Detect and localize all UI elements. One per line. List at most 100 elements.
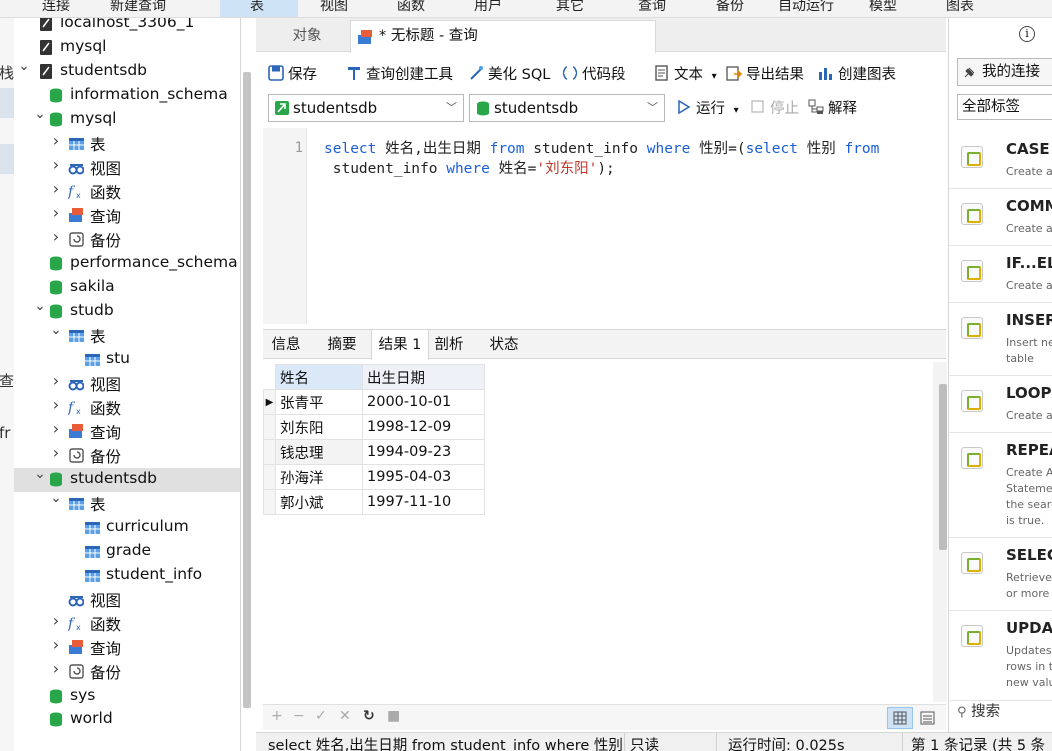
create-chart-button[interactable]: 创建图表 xyxy=(818,63,896,85)
chevron-down-icon[interactable]: ⌄ xyxy=(34,299,46,313)
chevron-right-icon[interactable]: › xyxy=(50,181,62,197)
all-tags-select[interactable]: 全部标签 xyxy=(957,94,1052,120)
tree-item[interactable]: › 视图 xyxy=(14,156,240,180)
connection-select[interactable]: studentsdb ﹀ xyxy=(268,94,464,122)
explain-button[interactable]: 解释 xyxy=(808,97,857,119)
menu-connect[interactable]: 连接 xyxy=(42,0,70,15)
table-row[interactable]: ▶ 张青平 2000-10-01 xyxy=(263,389,485,415)
tree-item[interactable]: grade xyxy=(14,540,240,564)
tree-item[interactable]: performance_schema xyxy=(14,252,240,276)
tree-item[interactable]: › 视图 xyxy=(14,372,240,396)
chevron-right-icon[interactable]: › xyxy=(50,613,62,629)
column-header-birthdate[interactable]: 出生日期 xyxy=(362,364,485,390)
snippet-item[interactable]: SELECT Retrieve r or more t xyxy=(949,538,1052,611)
tree-item[interactable]: › 查询 xyxy=(14,636,240,660)
tree-item[interactable]: › 查询 xyxy=(14,204,240,228)
tree-item[interactable]: mysql xyxy=(14,36,240,60)
cell-name[interactable]: 郭小斌 xyxy=(275,489,363,515)
menu-other[interactable]: 其它 xyxy=(556,0,584,15)
menu-new-query[interactable]: 新建查询 xyxy=(110,0,166,15)
database-select[interactable]: studentsdb ﹀ xyxy=(469,94,665,122)
form-view-icon[interactable] xyxy=(919,709,937,731)
text-mode-button[interactable]: 文本 ▾ xyxy=(654,63,717,85)
tree-item[interactable]: ⌄ studb xyxy=(14,299,240,324)
tree-item[interactable]: › f x 函数 xyxy=(14,180,240,204)
snippet-item[interactable]: INSERT Insert new table xyxy=(949,303,1052,376)
tree-item[interactable]: › 备份 xyxy=(14,444,240,468)
menu-backup[interactable]: 备份 xyxy=(716,0,744,15)
chevron-down-icon[interactable]: ⌄ xyxy=(50,491,62,505)
snippet-item[interactable]: LOOP Create a xyxy=(949,376,1052,433)
grid-scrollbar[interactable] xyxy=(939,384,947,550)
menu-view[interactable]: 视图 xyxy=(320,0,348,15)
tree-item[interactable]: stu xyxy=(14,348,240,372)
chevron-right-icon[interactable]: › xyxy=(50,133,62,149)
menu-automation[interactable]: 自动运行 xyxy=(778,0,834,15)
add-row-icon[interactable]: + xyxy=(271,708,283,724)
tree-item[interactable]: curriculum xyxy=(14,516,240,540)
code-snippet-button[interactable]: 代码段 xyxy=(562,63,626,85)
tree-item[interactable]: ⌄ studentsdb xyxy=(14,59,240,84)
cell-birthdate[interactable]: 2000-10-01 xyxy=(362,389,485,415)
tree-item[interactable]: › 备份 xyxy=(14,660,240,684)
my-connection-dropdown[interactable]: 我的连接 xyxy=(957,58,1052,86)
cell-name[interactable]: 钱忠理 xyxy=(275,439,363,465)
sql-editor[interactable]: 1 select 姓名,出生日期 from student_info where… xyxy=(263,128,946,324)
table-row[interactable]: 钱忠理 1994-09-23 xyxy=(263,439,485,465)
chevron-down-icon[interactable]: ⌄ xyxy=(50,323,62,337)
menu-user[interactable]: 用户 xyxy=(474,0,502,15)
column-header-name[interactable]: 姓名 xyxy=(275,364,363,390)
tree-item[interactable]: › f x 函数 xyxy=(14,396,240,420)
tree-item[interactable]: localhost_3306_1 xyxy=(14,18,240,36)
chevron-right-icon[interactable]: › xyxy=(50,445,62,461)
cell-birthdate[interactable]: 1995-04-03 xyxy=(362,464,485,490)
tree-item[interactable]: world xyxy=(14,708,240,732)
tab-info[interactable]: 信息 xyxy=(263,330,309,359)
snippet-item[interactable]: COMM Create a xyxy=(949,189,1052,246)
stop-square-icon[interactable]: ■ xyxy=(387,708,400,724)
tree-item[interactable]: › 备份 xyxy=(14,228,240,252)
tab-result-1[interactable]: 结果 1 xyxy=(371,330,429,360)
menu-table[interactable]: 表 xyxy=(250,0,264,15)
snippet-item[interactable]: UPDAT Updates rows in th new valu xyxy=(949,611,1052,701)
snippet-search[interactable]: ⚲ 搜索 xyxy=(957,700,1000,721)
tab-untitled-query[interactable]: * 无标题 - 查询 xyxy=(350,20,656,53)
chevron-right-icon[interactable]: › xyxy=(50,157,62,173)
chevron-right-icon[interactable]: › xyxy=(50,637,62,653)
cell-name[interactable]: 孙海洋 xyxy=(275,464,363,490)
chevron-right-icon[interactable]: › xyxy=(50,661,62,677)
cell-birthdate[interactable]: 1994-09-23 xyxy=(362,439,485,465)
tree-item[interactable]: › f x 函数 xyxy=(14,612,240,636)
cell-name[interactable]: 刘东阳 xyxy=(275,414,363,440)
table-row[interactable]: 郭小斌 1997-11-10 xyxy=(263,489,485,515)
stop-button[interactable]: 停止 xyxy=(750,97,799,119)
run-button[interactable]: 运行 ▾ xyxy=(676,97,739,119)
tree-item[interactable]: information_schema xyxy=(14,84,240,108)
tab-objects[interactable]: 对象 xyxy=(264,20,350,52)
discard-icon[interactable]: ✕ xyxy=(339,708,351,724)
sql-code[interactable]: select 姓名,出生日期 from student_info where 性… xyxy=(324,139,944,179)
chevron-right-icon[interactable]: › xyxy=(50,421,62,437)
info-icon[interactable]: i xyxy=(1019,26,1035,42)
tab-profile[interactable]: 剖析 xyxy=(429,330,469,359)
chevron-right-icon[interactable]: › xyxy=(50,397,62,413)
tree-item[interactable]: sakila xyxy=(14,276,240,300)
snippet-item[interactable]: CASE Create a xyxy=(949,132,1052,189)
tree-item[interactable]: 视图 xyxy=(14,588,240,612)
cell-birthdate[interactable]: 1998-12-09 xyxy=(362,414,485,440)
chevron-right-icon[interactable]: › xyxy=(50,205,62,221)
query-builder-button[interactable]: 查询创建工具 xyxy=(346,63,453,85)
table-row[interactable]: 刘东阳 1998-12-09 xyxy=(263,414,485,440)
snippet-item[interactable]: REPEA Create A Statemen the searc is true… xyxy=(949,433,1052,538)
table-row[interactable]: 孙海洋 1995-04-03 xyxy=(263,464,485,490)
menu-model[interactable]: 模型 xyxy=(869,0,897,15)
chevron-down-icon[interactable]: ⌄ xyxy=(34,107,46,121)
menu-chart[interactable]: 图表 xyxy=(946,0,974,15)
apply-icon[interactable]: ✓ xyxy=(315,708,327,724)
tree-item[interactable]: ⌄ 表 xyxy=(14,323,240,348)
grid-view-icon[interactable] xyxy=(887,707,913,729)
tree-item[interactable]: ⌄ studentsdb xyxy=(14,467,240,492)
chevron-right-icon[interactable]: › xyxy=(50,229,62,245)
menu-query[interactable]: 查询 xyxy=(638,0,666,15)
cell-name[interactable]: 张青平 xyxy=(275,389,363,415)
